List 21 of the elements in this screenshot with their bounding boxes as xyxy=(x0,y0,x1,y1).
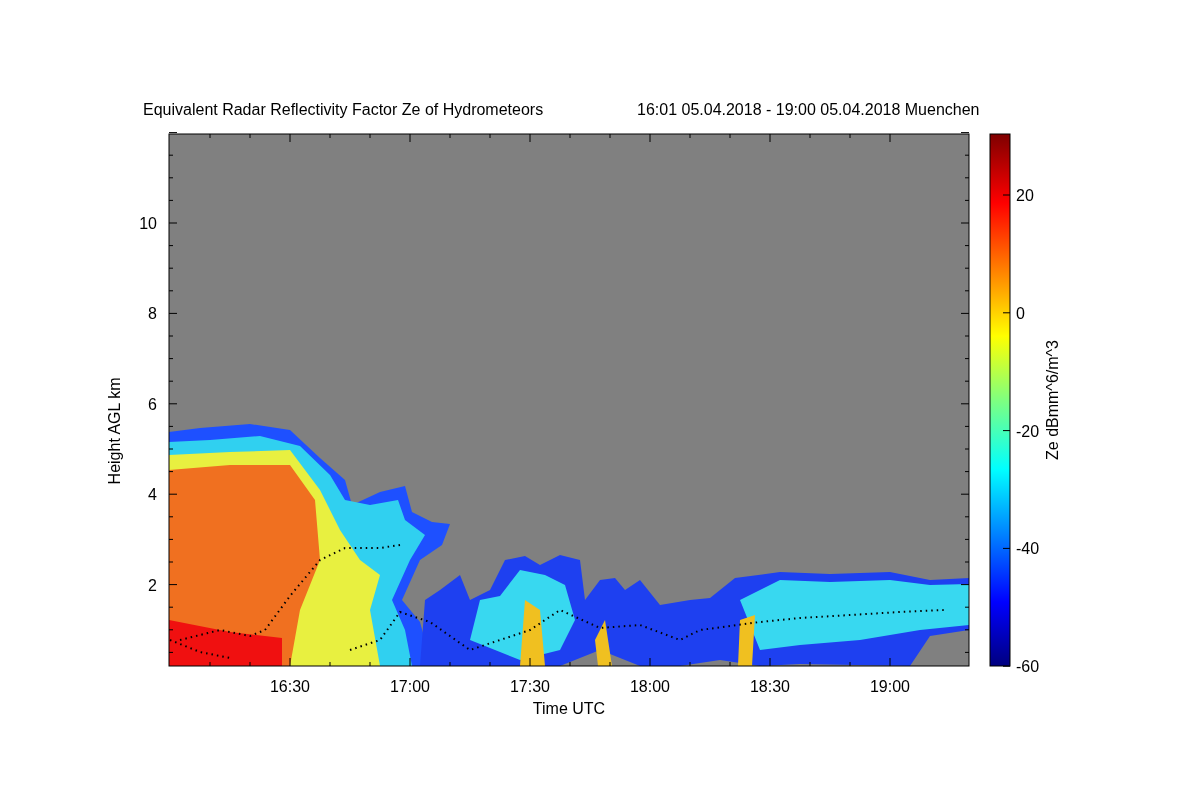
x-tick-label: 18:30 xyxy=(750,678,790,695)
x-axis-label: Time UTC xyxy=(532,700,606,717)
colorbar-tick-label: -40 xyxy=(1016,540,1040,558)
y-axis-label: Height AGL km xyxy=(106,377,123,485)
chart-period: 16:01 05.04.2018 - 19:00 05.04.2018 Muenchen xyxy=(637,101,980,118)
chart-title: Equivalent Radar Reflectivity Factor Ze of Hydrometeors xyxy=(143,101,544,118)
y-tick-label: 6 xyxy=(148,395,157,413)
y-tick-label: 4 xyxy=(148,486,157,504)
y-tick-label: 2 xyxy=(148,576,157,594)
y-tick-label: 10 xyxy=(139,215,157,232)
x-tick-label: 17:00 xyxy=(390,678,430,695)
x-tick-label: 16:30 xyxy=(270,678,310,695)
colorbar-tick-label: 20 xyxy=(1016,187,1034,204)
colorbar-tick-label: 0 xyxy=(1016,304,1025,322)
y-tick-label: 8 xyxy=(148,305,157,323)
x-tick-label: 18:00 xyxy=(630,678,670,695)
colorbar-tick-label: -60 xyxy=(1016,658,1040,676)
x-tick-label: 17:30 xyxy=(510,678,550,695)
colorbar-tick-label: -20 xyxy=(1016,422,1040,440)
colorbar-label: Ze dBmm^6/m^3 xyxy=(1044,340,1061,460)
x-tick-label: 19:00 xyxy=(870,678,910,695)
